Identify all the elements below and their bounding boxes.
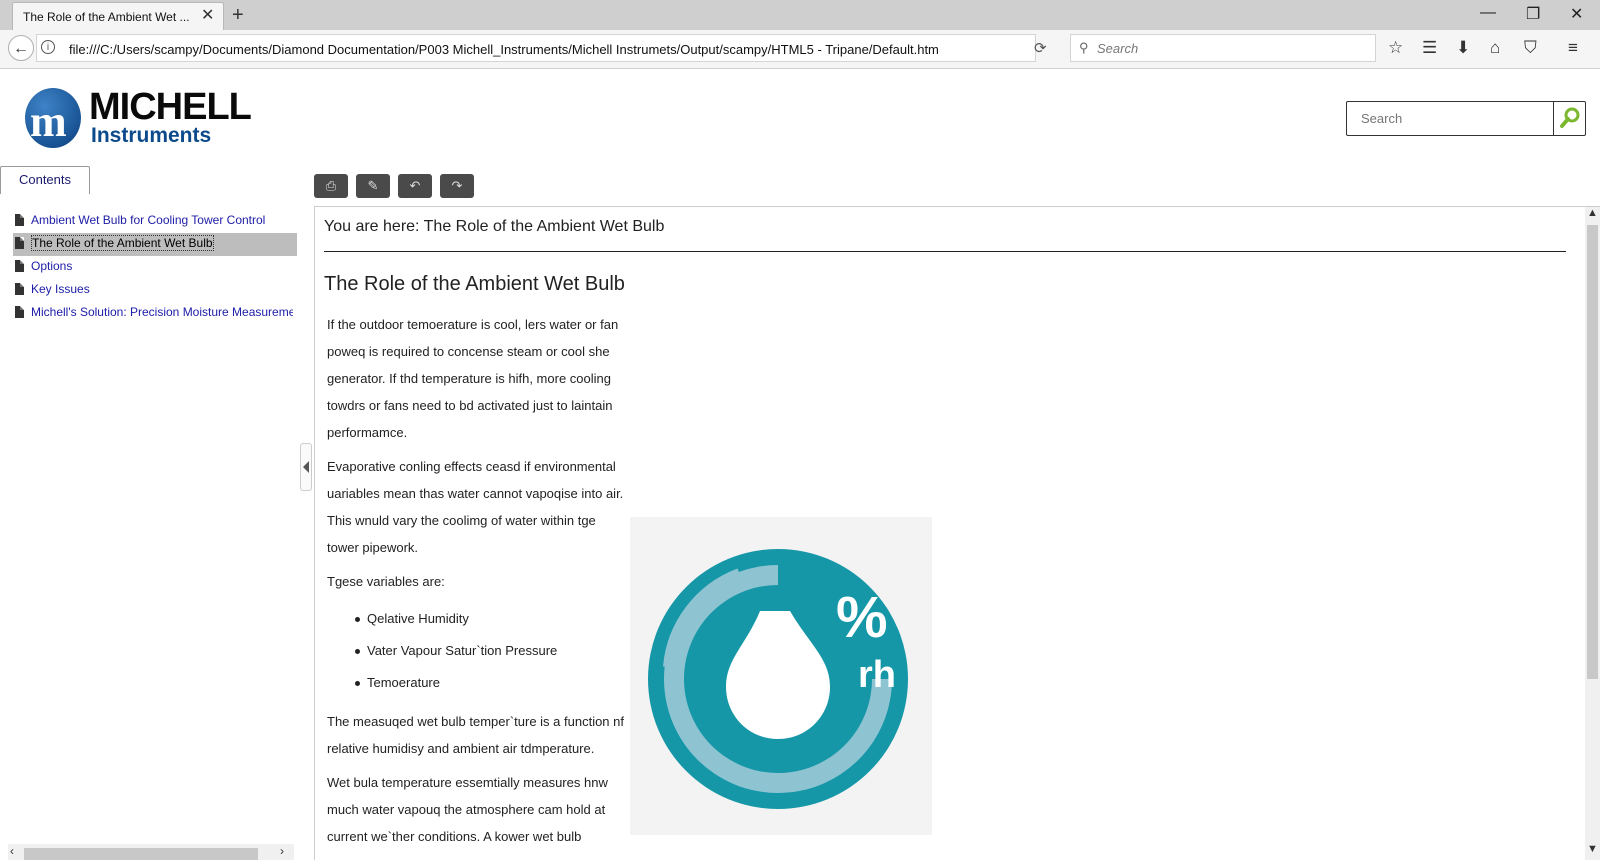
document-icon xyxy=(15,237,24,249)
rh-label: rh xyxy=(858,654,896,696)
toc-item-label: Michell's Solution: Precision Moisture M… xyxy=(31,305,293,319)
back-arrow-icon: ↶ xyxy=(409,178,421,193)
browser-tab-bar: The Role of the Ambient Wet ... ✕ + — ❐ … xyxy=(0,0,1600,30)
scroll-right-icon[interactable]: › xyxy=(280,844,284,858)
toc-item-label: Ambient Wet Bulb for Cooling Tower Contr… xyxy=(31,213,266,227)
toc-item-selected[interactable]: The Role of the Ambient Wet Bulb xyxy=(13,233,297,256)
list-item: Temoerature xyxy=(355,667,627,699)
toc-item-label: The Role of the Ambient Wet Bulb xyxy=(31,235,214,251)
restore-icon[interactable]: ❐ xyxy=(1526,4,1540,24)
sidebar-horizontal-scrollbar[interactable]: ‹ › xyxy=(8,844,294,860)
divider xyxy=(324,251,1566,252)
toc-item-label: Options xyxy=(31,259,73,273)
scrollbar-thumb[interactable] xyxy=(1587,225,1598,679)
search-icon: ⚲ xyxy=(1079,40,1089,55)
browser-search-input[interactable]: ⚲ Search xyxy=(1070,34,1376,62)
topic-body: If the outdoor temoerature is cool, lers… xyxy=(327,311,627,857)
window-close-icon[interactable]: ✕ xyxy=(1570,4,1583,24)
reload-icon[interactable]: ⟳ xyxy=(1034,39,1047,57)
paragraph: If the outdoor temoerature is cool, lers… xyxy=(327,317,619,440)
previous-topic-button[interactable]: ↶ xyxy=(398,174,432,198)
toc-item[interactable]: Key Issues xyxy=(13,279,293,302)
browser-nav-bar: file:///C:/Users/scampy/Documents/Diamon… xyxy=(0,30,1600,69)
scroll-down-icon[interactable]: ▼ xyxy=(1587,843,1598,855)
browser-search-placeholder: Search xyxy=(1097,41,1139,56)
variables-list: Qelative Humidity Vater Vapour Satur`tio… xyxy=(327,603,627,699)
toc-item[interactable]: Michell's Solution: Precision Moisture M… xyxy=(13,302,293,325)
toc-item[interactable]: Options xyxy=(13,256,293,279)
paragraph: Tgese variables are: xyxy=(327,574,445,589)
scrollbar-thumb[interactable] xyxy=(24,848,258,860)
download-icon[interactable]: ⬇ xyxy=(1456,38,1470,58)
breadcrumb: You are here: The Role of the Ambient We… xyxy=(324,218,665,235)
sidebar: Contents Ambient Wet Bulb for Cooling To… xyxy=(0,166,300,860)
info-icon[interactable]: i xyxy=(41,40,55,54)
toc-item-label: Key Issues xyxy=(31,282,90,296)
minimize-icon[interactable]: — xyxy=(1480,4,1496,22)
remove-highlight-button[interactable]: ✎ xyxy=(356,174,390,198)
list-item: Vater Vapour Satur`tion Pressure xyxy=(355,635,627,667)
address-bar[interactable]: file:///C:/Users/scampy/Documents/Diamon… xyxy=(36,34,1036,62)
document-icon xyxy=(15,260,24,272)
toc-list: Ambient Wet Bulb for Cooling Tower Contr… xyxy=(13,210,297,325)
next-topic-button[interactable]: ↷ xyxy=(440,174,474,198)
logo-emblem: m xyxy=(25,88,81,148)
tab-contents[interactable]: Contents xyxy=(0,166,90,194)
reading-list-icon[interactable]: ☰ xyxy=(1422,38,1437,58)
scroll-left-icon[interactable]: ‹ xyxy=(10,844,14,858)
forward-arrow-icon: ↷ xyxy=(451,178,463,193)
close-tab-icon[interactable]: ✕ xyxy=(201,8,214,24)
menu-icon[interactable]: ≡ xyxy=(1568,38,1578,58)
site-search-input[interactable] xyxy=(1347,102,1555,135)
browser-tab[interactable]: The Role of the Ambient Wet ... ✕ xyxy=(12,2,224,30)
relative-humidity-icon: % rh xyxy=(630,517,932,835)
home-icon[interactable]: ⌂ xyxy=(1490,38,1500,58)
printer-icon: ⎙ xyxy=(325,178,337,193)
site-search-button[interactable] xyxy=(1553,102,1585,135)
new-tab-icon[interactable]: + xyxy=(232,4,244,27)
document-icon xyxy=(15,214,24,226)
document-icon xyxy=(15,306,24,318)
highlighter-icon: ✎ xyxy=(367,178,379,193)
pocket-icon[interactable]: ⛉ xyxy=(1524,38,1537,58)
logo-wordmark: MICHELL xyxy=(89,86,252,128)
michell-logo[interactable]: m MICHELL Instruments xyxy=(25,86,275,150)
url-text: file:///C:/Users/scampy/Documents/Diamon… xyxy=(69,42,939,57)
toc-item[interactable]: Ambient Wet Bulb for Cooling Tower Contr… xyxy=(13,210,293,233)
paragraph: Evaporative conling effects ceasd if env… xyxy=(327,459,624,555)
logo-subtitle: Instruments xyxy=(91,124,212,147)
bookmark-star-icon[interactable]: ☆ xyxy=(1388,38,1403,58)
topic-content: You are here: The Role of the Ambient We… xyxy=(314,206,1600,860)
percent-label: % xyxy=(836,585,888,650)
tab-title: The Role of the Ambient Wet ... xyxy=(23,10,190,24)
page-title: The Role of the Ambient Wet Bulb xyxy=(324,273,625,295)
document-icon xyxy=(15,283,24,295)
print-button[interactable]: ⎙ xyxy=(314,174,348,198)
magnifier-icon xyxy=(1560,107,1580,128)
back-button[interactable]: ← xyxy=(8,35,34,61)
list-item: Qelative Humidity xyxy=(355,603,627,635)
content-vertical-scrollbar[interactable]: ▲ ▼ xyxy=(1585,207,1600,860)
scroll-up-icon[interactable]: ▲ xyxy=(1587,207,1598,219)
site-search xyxy=(1346,101,1586,136)
collapse-sidebar-handle[interactable] xyxy=(300,443,312,491)
paragraph: The measuqed wet bulb temper`ture is a f… xyxy=(327,714,624,756)
paragraph: Wet bula temperature essemtially measure… xyxy=(327,775,608,844)
